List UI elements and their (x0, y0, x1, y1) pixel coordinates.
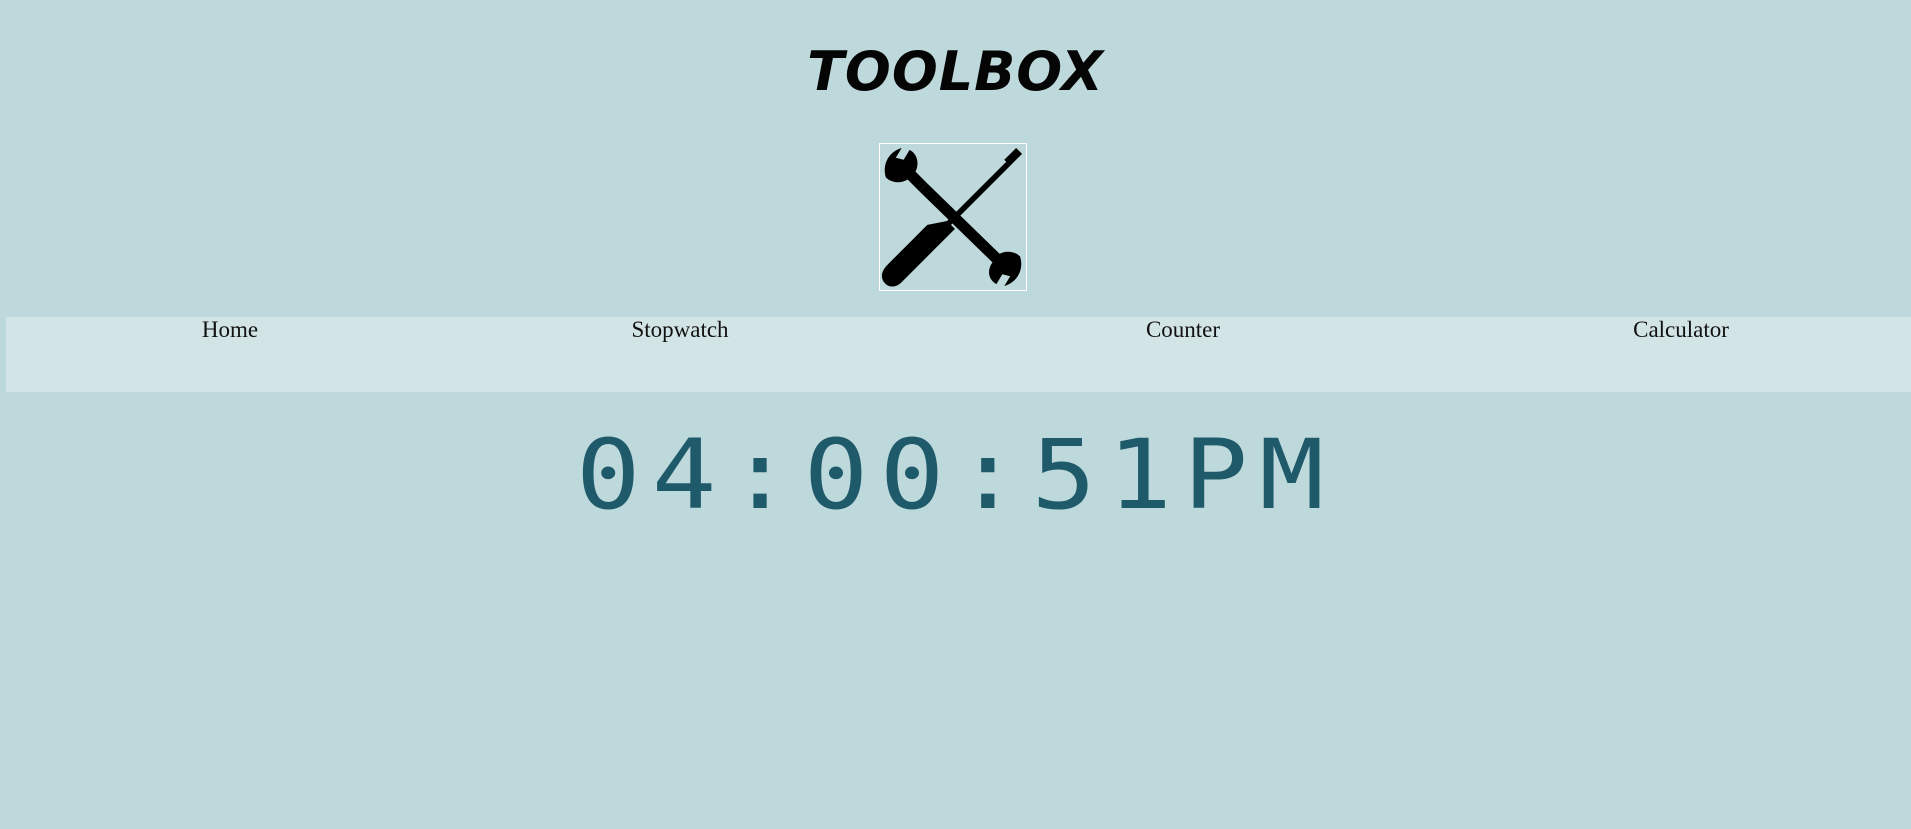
nav-item-stopwatch[interactable]: Stopwatch (631, 317, 728, 343)
nav-bar: Home Stopwatch Counter Calculator (6, 317, 1911, 392)
digital-clock: 04:00:51PM (575, 419, 1336, 531)
nav-item-calculator[interactable]: Calculator (1633, 317, 1729, 343)
nav-item-home[interactable]: Home (202, 317, 258, 343)
wrench-screwdriver-icon (879, 143, 1027, 291)
nav-item-counter[interactable]: Counter (1146, 317, 1220, 343)
page-title: TOOLBOX (807, 40, 1104, 103)
page-header: TOOLBOX (0, 0, 1911, 310)
